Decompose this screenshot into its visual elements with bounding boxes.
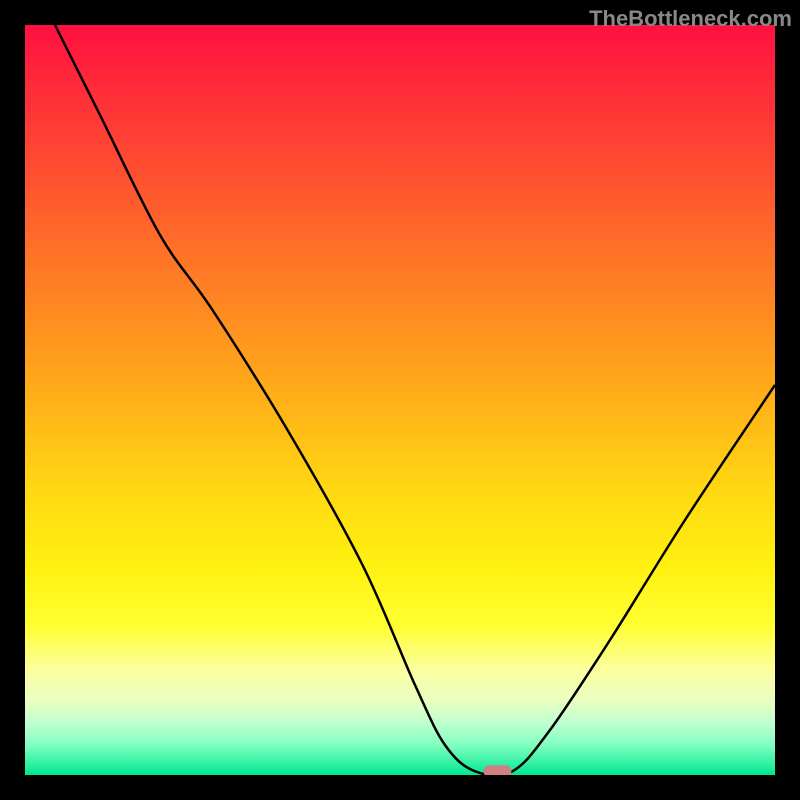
chart-container: TheBottleneck.com [0,0,800,800]
bottleneck-curve [25,25,775,775]
plot-area [25,25,775,775]
watermark-text: TheBottleneck.com [589,6,792,32]
